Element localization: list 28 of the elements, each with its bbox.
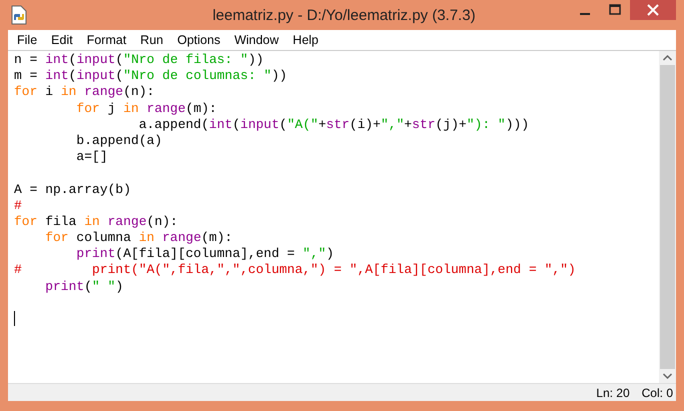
menu-item[interactable]: Help xyxy=(286,33,326,47)
code-line: for columna in range(m): xyxy=(44,230,234,246)
code-line: b.append(a) xyxy=(75,132,164,150)
code-line: # xyxy=(14,198,23,214)
menu-item[interactable]: File xyxy=(10,33,44,47)
code-line: A = np.array(b) xyxy=(14,182,132,198)
window-title: leematriz.py - D:/Yo/leematriz.py (3.7.3) xyxy=(212,6,476,24)
scroll-thumb[interactable] xyxy=(660,65,675,369)
python-file-icon xyxy=(10,5,28,25)
code-line: a=[] xyxy=(75,149,109,166)
code-line: print(A[fila][columna],end = ",") xyxy=(75,246,335,262)
code-line: m = int(input("Nro de columnas: ")) xyxy=(14,68,288,84)
close-icon[interactable] xyxy=(630,0,676,20)
column-number-status: Col: 0 xyxy=(642,386,673,400)
menu-item[interactable]: Run xyxy=(133,33,170,47)
text-cursor xyxy=(14,311,15,326)
code-line: for fila in range(n): xyxy=(14,214,179,230)
menu-item[interactable]: Format xyxy=(80,33,134,47)
code-line: a.append(int(input("A("+str(i)+","+str(j)+"): "))) xyxy=(138,116,530,133)
menu-item[interactable]: Options xyxy=(170,33,228,47)
code-line: print(" ") xyxy=(44,278,124,295)
code-line: for j in range(m): xyxy=(75,100,218,117)
menu-item[interactable]: Edit xyxy=(44,33,80,47)
code-line: # print("A(",fila,",",columna,") = ",A[fila][columna],end = ",") xyxy=(14,262,577,279)
code-line: for i in range(n): xyxy=(14,84,156,101)
line-number-status: Ln: 20 xyxy=(596,386,630,400)
menu-item[interactable]: Window xyxy=(227,33,286,47)
code-line: n = int(input("Nro de filas: ")) xyxy=(14,52,265,68)
